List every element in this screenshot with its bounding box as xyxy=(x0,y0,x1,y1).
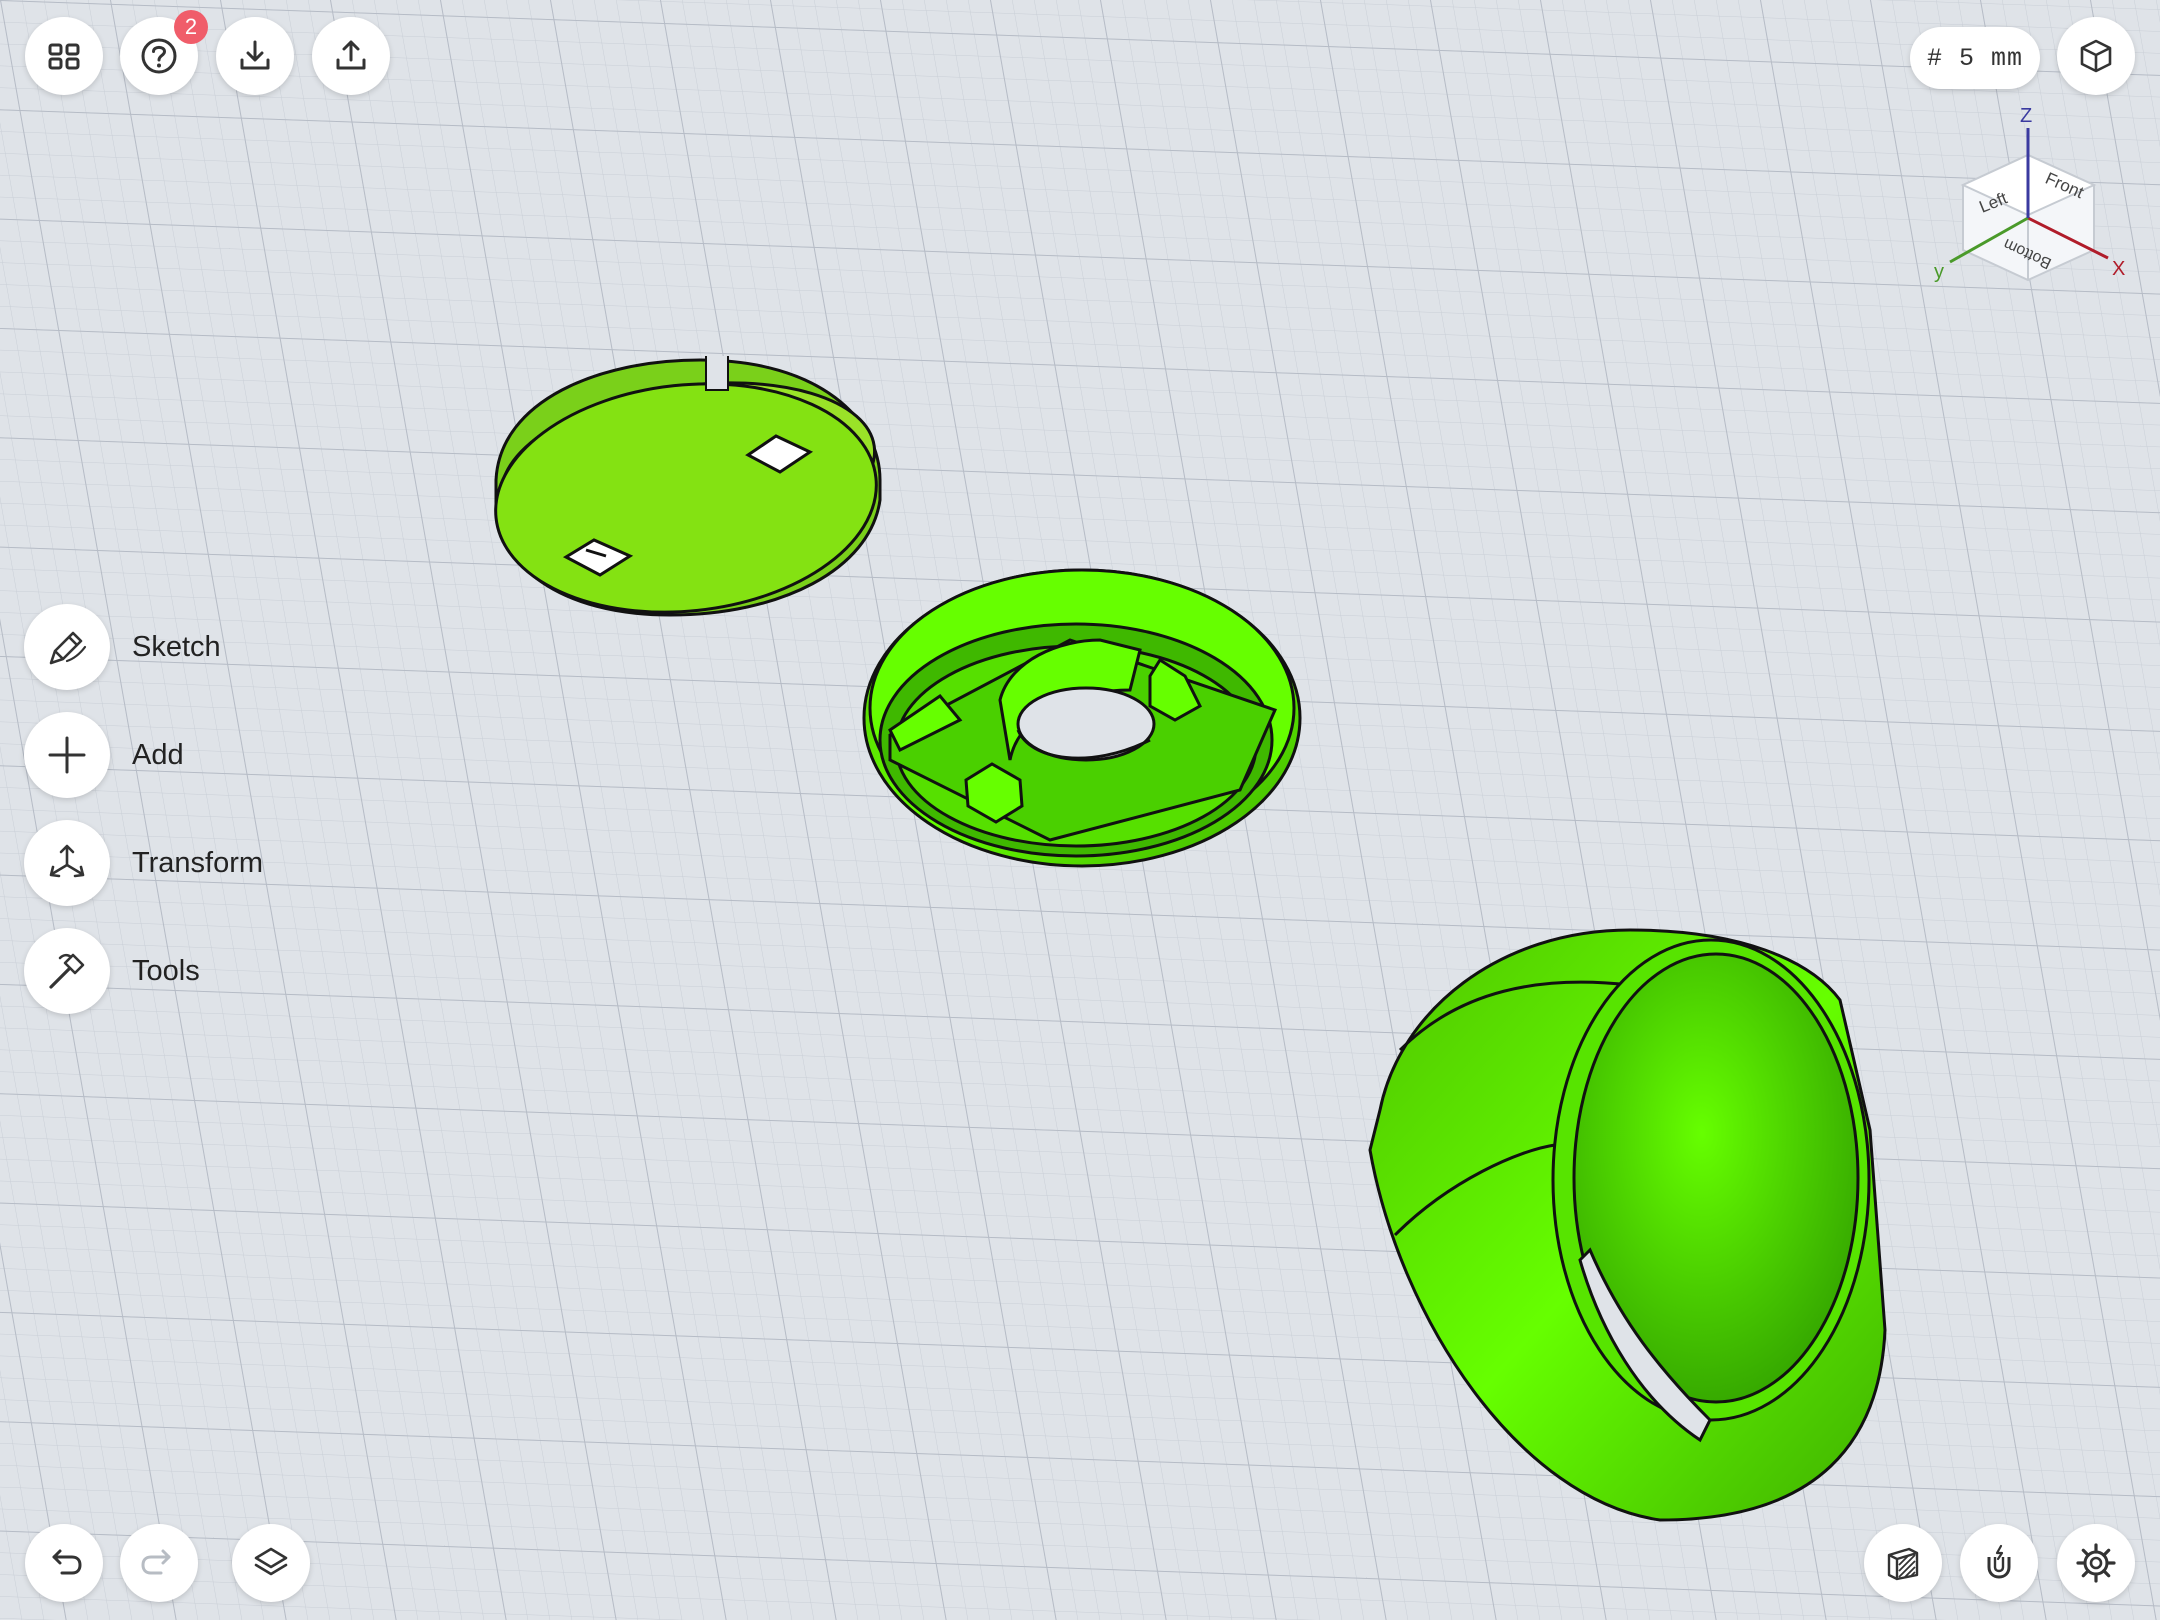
tools-button[interactable] xyxy=(24,928,110,1014)
sketch-button[interactable] xyxy=(24,604,110,690)
undo-button[interactable] xyxy=(25,1524,103,1602)
section-view-button[interactable] xyxy=(1864,1524,1942,1602)
grid-size-button[interactable]: # 5 mm xyxy=(1910,27,2040,89)
redo-icon xyxy=(141,1549,171,1575)
export-button[interactable] xyxy=(312,17,390,95)
axis-y-label: y xyxy=(1934,261,1944,283)
view-mode-button[interactable] xyxy=(2057,17,2135,95)
grid-size-label: # 5 mm xyxy=(1926,43,2023,73)
sidebar-item-label: Transform xyxy=(132,846,264,879)
cube-view-icon xyxy=(2080,39,2112,73)
hammer-icon xyxy=(49,953,85,989)
sidebar-item-sketch[interactable]: Sketch xyxy=(24,603,221,691)
sidebar-item-label: Tools xyxy=(132,954,200,987)
3d-viewport[interactable]: Left Front Bottom X y Z xyxy=(0,0,2160,1620)
settings-button[interactable] xyxy=(2057,1524,2135,1602)
import-icon xyxy=(240,40,270,70)
snap-button[interactable] xyxy=(1960,1524,2038,1602)
import-button[interactable] xyxy=(216,17,294,95)
transform-button[interactable] xyxy=(24,820,110,906)
section-cube-icon xyxy=(1887,1547,1919,1581)
add-button[interactable] xyxy=(24,712,110,798)
sidebar-item-label: Add xyxy=(132,738,184,771)
layers-icon xyxy=(254,1547,288,1576)
gear-icon xyxy=(2076,1543,2116,1583)
transform-icon xyxy=(49,844,85,878)
pen-icon xyxy=(49,631,87,665)
sidebar-item-tools[interactable]: Tools xyxy=(24,927,200,1015)
axis-z-label: Z xyxy=(2020,105,2032,127)
export-icon xyxy=(336,40,366,70)
plus-icon xyxy=(48,736,86,774)
redo-button[interactable] xyxy=(120,1524,198,1602)
sidebar-item-label: Sketch xyxy=(132,630,221,663)
help-notification-badge: 2 xyxy=(174,10,208,44)
sidebar-item-add[interactable]: Add xyxy=(24,711,184,799)
magnet-icon xyxy=(1987,1544,2011,1579)
axis-x-label: X xyxy=(2112,258,2125,280)
layers-button[interactable] xyxy=(232,1524,310,1602)
model-insert[interactable] xyxy=(862,568,1302,868)
sidebar-item-transform[interactable]: Transform xyxy=(24,819,263,907)
help-icon xyxy=(141,38,177,74)
undo-icon xyxy=(52,1549,82,1575)
grid-menu-button[interactable] xyxy=(25,17,103,95)
grid-icon xyxy=(48,43,80,70)
